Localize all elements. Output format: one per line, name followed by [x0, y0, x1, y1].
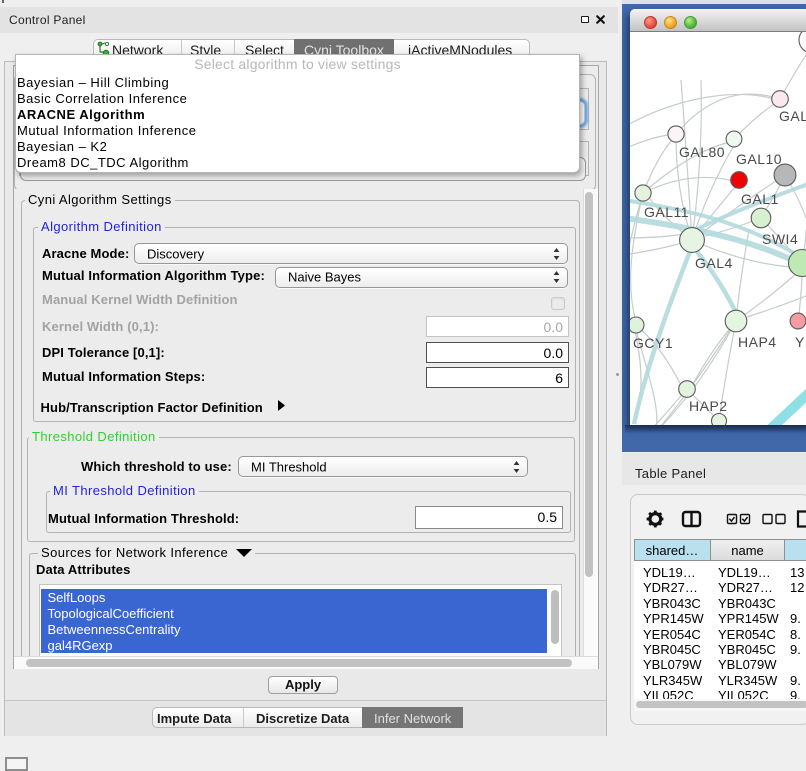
svg-text:GAL1: GAL1: [741, 191, 779, 207]
svg-text:GAL10: GAL10: [736, 151, 782, 167]
svg-text:HAP4: HAP4: [738, 334, 777, 350]
svg-text:SWI4: SWI4: [762, 231, 798, 247]
svg-text:HAP2: HAP2: [689, 398, 728, 414]
svg-text:Y: Y: [795, 334, 805, 350]
svg-text:GAL4: GAL4: [695, 255, 733, 271]
svg-text:GCY1: GCY1: [633, 335, 673, 351]
svg-text:GAL11: GAL11: [644, 204, 689, 220]
svg-text:GAL7: GAL7: [779, 108, 806, 124]
svg-text:GAL80: GAL80: [679, 144, 725, 160]
